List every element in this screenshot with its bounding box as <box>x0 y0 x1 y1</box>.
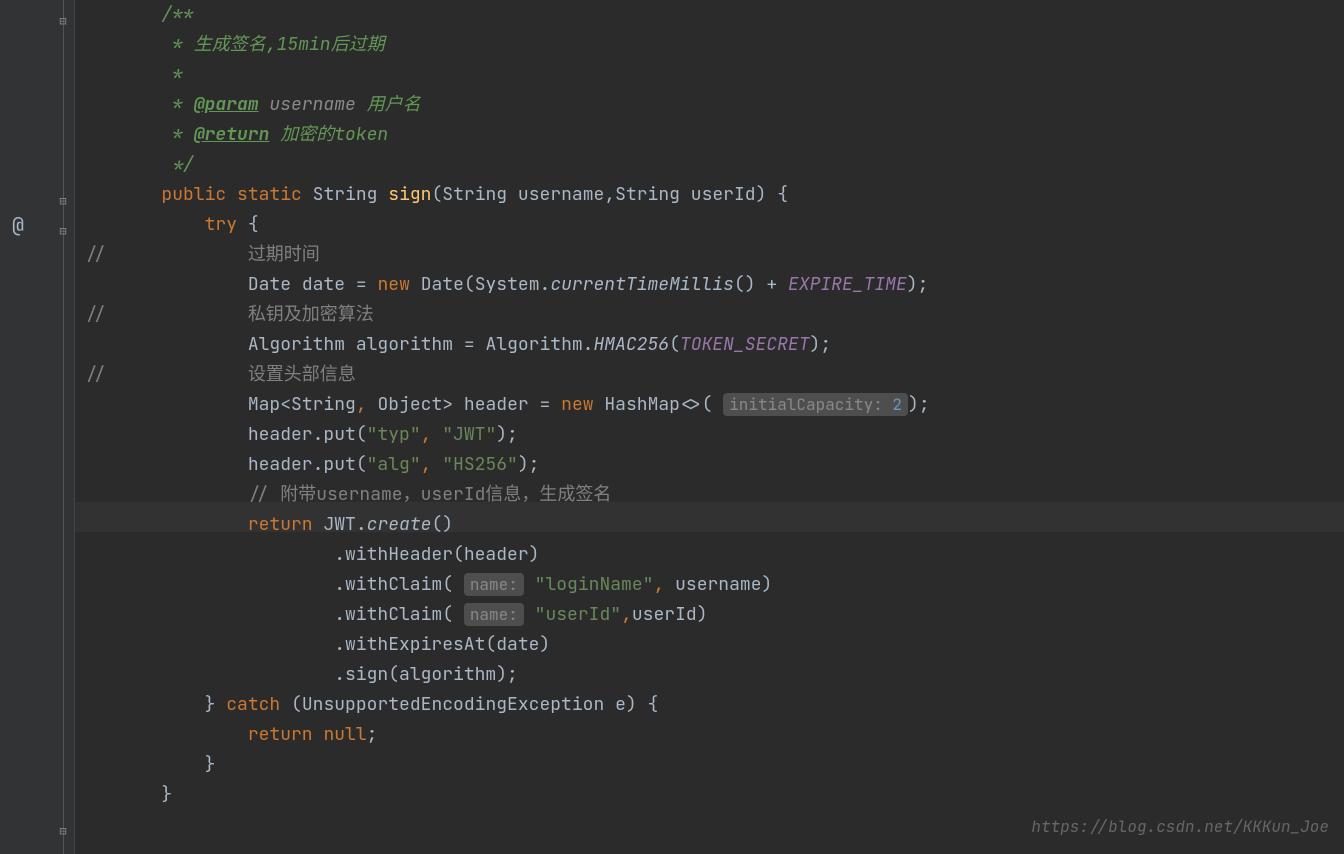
static-method: HMAC256 <box>593 333 669 356</box>
comment-marker: // <box>85 360 107 390</box>
method-call: .withClaim <box>334 573 442 596</box>
var: date <box>496 633 539 656</box>
fold-marker-icon[interactable]: ⊟ <box>56 186 70 200</box>
keyword-catch: catch <box>226 693 280 716</box>
doc-comment: /** <box>161 3 193 26</box>
type-string: String <box>313 183 378 206</box>
var: username <box>675 573 761 596</box>
comment: // 附带username，userId信息，生成签名 <box>248 483 612 506</box>
var: header <box>464 393 529 416</box>
string: "typ" <box>367 423 421 446</box>
javadoc-return-tag: @return <box>194 123 270 146</box>
fold-marker-icon[interactable]: ⊟ <box>56 816 70 830</box>
doc-desc: token <box>334 123 388 146</box>
comment-marker: // <box>85 300 107 330</box>
param-hint: name: <box>464 603 524 626</box>
param-hint: name: <box>464 573 524 596</box>
keyword-try: try <box>205 213 237 236</box>
keyword-public: public <box>161 183 226 206</box>
type-map: Map <box>248 393 280 416</box>
editor-gutter: ⊟ ⊟ ⊟ ⊟ @ <box>0 0 75 854</box>
static-field: TOKEN_SECRET <box>680 333 810 356</box>
param: userId <box>691 183 756 206</box>
method-call: .withExpiresAt <box>334 633 485 656</box>
comment: 过期时间 <box>248 243 320 266</box>
var: header <box>464 543 529 566</box>
code-editor[interactable]: /** * 生成签名,15min后过期 * * @param username … <box>75 0 1344 810</box>
doc-desc: 加密的 <box>269 123 334 146</box>
doc-comment: 15min <box>277 33 331 56</box>
keyword-static: static <box>237 183 302 206</box>
jwt: JWT. <box>323 513 366 536</box>
doc-comment: * <box>161 63 183 86</box>
keyword-return: return <box>248 513 313 536</box>
string: "HS256" <box>442 453 518 476</box>
method-call: .withClaim <box>334 603 442 626</box>
method-call: header.put <box>248 453 356 476</box>
static-method: create <box>367 513 432 536</box>
doc-comment: * 生成签名, <box>161 33 276 56</box>
keyword-return: return <box>248 723 313 746</box>
fold-marker-icon[interactable]: ⊟ <box>56 216 70 230</box>
doc-comment: * <box>161 123 193 146</box>
type-string: String <box>291 393 356 416</box>
method-call: header.put <box>248 423 356 446</box>
fold-marker-icon[interactable]: ⊟ <box>56 6 70 20</box>
doc-param-name: username <box>259 93 356 116</box>
var: algorithm <box>399 663 496 686</box>
keyword-new: new <box>561 393 593 416</box>
doc-desc: 用户名 <box>356 93 421 116</box>
comment: 私钥及加密算法 <box>248 303 374 326</box>
brace: { <box>766 183 788 206</box>
comment-marker: // <box>85 240 107 270</box>
type-hashmap: HashMap <box>604 393 680 416</box>
string: "loginName" <box>535 573 654 596</box>
param-hint: initialCapacity: 2 <box>723 393 908 416</box>
string: "alg" <box>367 453 421 476</box>
type-algo: Algorithm <box>485 333 582 356</box>
var: userId <box>632 603 697 626</box>
type-string: String <box>615 183 680 206</box>
watermark-text: https://blog.csdn.net/KKKun_Joe <box>1031 812 1329 842</box>
param: username <box>518 183 604 206</box>
string: "userId" <box>535 603 621 626</box>
fold-line <box>63 0 64 854</box>
system: System. <box>475 273 551 296</box>
doc-comment: 后过期 <box>331 33 385 56</box>
var: date <box>302 273 345 296</box>
method-call: .sign <box>334 663 388 686</box>
keyword-null: null <box>323 723 366 746</box>
static-method: currentTimeMillis <box>550 273 734 296</box>
method-name: sign <box>388 183 431 206</box>
comment: 设置头部信息 <box>248 363 356 386</box>
method-call: .withHeader <box>334 543 453 566</box>
doc-comment: */ <box>161 153 193 176</box>
var: e <box>615 693 626 716</box>
at-icon: @ <box>12 210 24 240</box>
type-date: Date <box>421 273 464 296</box>
static-field: EXPIRE_TIME <box>788 273 907 296</box>
doc-comment: * <box>161 93 193 116</box>
type-object: Object <box>377 393 442 416</box>
exception-type: UnsupportedEncodingException <box>302 693 604 716</box>
type-algo: Algorithm <box>248 333 345 356</box>
type-string: String <box>442 183 507 206</box>
string: "JWT" <box>442 423 496 446</box>
type-date: Date <box>248 273 291 296</box>
javadoc-param-tag: @param <box>194 93 259 116</box>
keyword-new: new <box>377 273 409 296</box>
var: algorithm <box>356 333 453 356</box>
